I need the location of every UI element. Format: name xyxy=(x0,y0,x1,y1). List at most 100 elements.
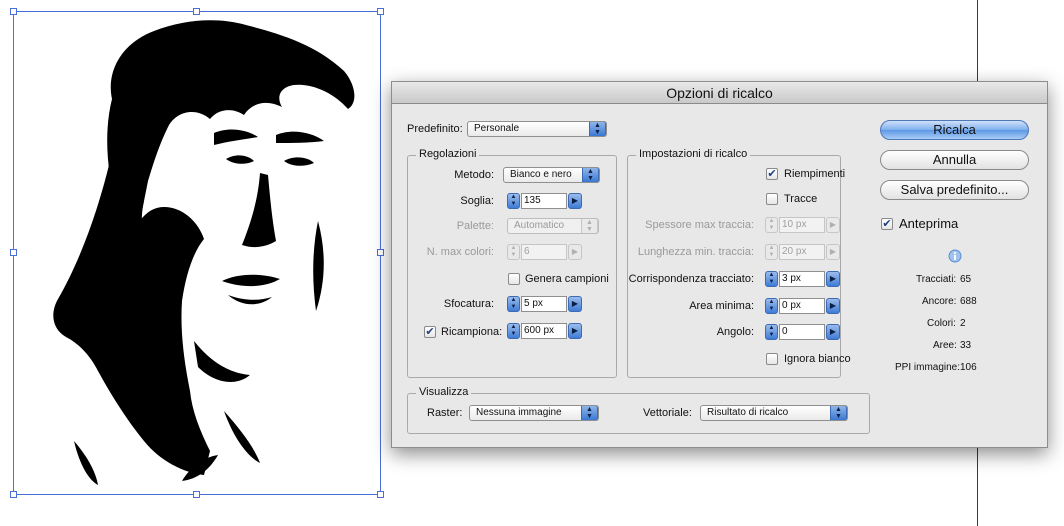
max-colori-slider-button[interactable]: ▶ xyxy=(568,244,582,260)
ancore-label: Ancore: xyxy=(922,296,957,307)
resize-handle[interactable] xyxy=(377,8,384,15)
checkmark-icon: ✔ xyxy=(425,326,435,338)
max-colori-label: N. max colori: xyxy=(426,246,494,258)
stepper-arrows-icon[interactable]: ▲ ▼ xyxy=(507,193,520,209)
stepper-arrows-icon[interactable]: ▲ ▼ xyxy=(507,323,520,339)
tracing-options-dialog: Opzioni di ricalco Predefinito: Personal… xyxy=(391,81,1048,448)
tracce-checkbox[interactable] xyxy=(766,193,778,205)
palette-select[interactable]: Automatico ▲ ▼ xyxy=(507,218,599,234)
max-colori-field[interactable]: ▲ ▼ 6 ▶ xyxy=(507,244,583,260)
stepper-arrows-icon[interactable]: ▲ ▼ xyxy=(507,244,520,260)
ppi-immagine-label: PPI immagine: xyxy=(895,362,961,373)
tracce-label: Tracce xyxy=(784,193,818,205)
vettoriale-value: Risultato di ricalco xyxy=(707,407,789,418)
colori-label: Colori: xyxy=(927,318,956,329)
preset-label: Predefinito: xyxy=(407,123,463,135)
metodo-value: Bianco e nero xyxy=(510,169,572,180)
angolo-input[interactable]: 0 xyxy=(779,324,825,340)
resize-handle[interactable] xyxy=(377,491,384,498)
riempimenti-label: Riempimenti xyxy=(784,168,846,180)
stepper-arrows-icon[interactable]: ▲ ▼ xyxy=(765,298,778,314)
tracciati-value: 65 xyxy=(960,274,972,285)
angolo-label: Angolo: xyxy=(716,326,754,338)
ricampiona-input[interactable]: 600 px xyxy=(521,323,567,339)
dialog-title: Opzioni di ricalco xyxy=(392,82,1047,104)
ricalca-button[interactable]: Ricalca xyxy=(880,120,1029,140)
aree-label: Aree: xyxy=(933,340,957,351)
stepper-arrows-icon[interactable]: ▲ ▼ xyxy=(765,244,778,260)
resize-handle[interactable] xyxy=(377,249,384,256)
palette-label: Palette: xyxy=(456,220,494,232)
corrispondenza-slider-button[interactable]: ▶ xyxy=(826,271,840,287)
metodo-label: Metodo: xyxy=(454,169,494,181)
riempimenti-checkbox[interactable]: ✔ xyxy=(766,168,778,180)
info-icon[interactable] xyxy=(948,249,962,263)
soglia-slider-button[interactable]: ▶ xyxy=(568,193,582,209)
ignora-bianco-label: Ignora bianco xyxy=(784,353,851,365)
regolazioni-title: Regolazioni xyxy=(416,148,480,160)
area-minima-field[interactable]: ▲ ▼ 0 px ▶ xyxy=(765,298,841,314)
ignora-bianco-checkbox[interactable] xyxy=(766,353,778,365)
raster-select[interactable]: Nessuna immagine ▲ ▼ xyxy=(469,405,599,421)
corrispondenza-input[interactable]: 3 px xyxy=(779,271,825,287)
area-minima-input[interactable]: 0 px xyxy=(779,298,825,314)
resize-handle[interactable] xyxy=(10,249,17,256)
ricampiona-slider-button[interactable]: ▶ xyxy=(568,323,582,339)
popup-arrows-icon: ▲ ▼ xyxy=(581,406,598,420)
impostazioni-group: Impostazioni di ricalco xyxy=(627,148,841,378)
area-minima-label: Area minima: xyxy=(689,300,754,312)
lunghezza-input[interactable]: 20 px xyxy=(779,244,825,260)
metodo-select[interactable]: Bianco e nero ▲ ▼ xyxy=(503,167,600,183)
lunghezza-slider-button[interactable]: ▶ xyxy=(826,244,840,260)
popup-arrows-icon: ▲ ▼ xyxy=(830,406,847,420)
salva-predefinito-button[interactable]: Salva predefinito... xyxy=(880,180,1029,200)
stepper-arrows-icon[interactable]: ▲ ▼ xyxy=(765,217,778,233)
soglia-field[interactable]: ▲ ▼ 135 ▶ xyxy=(507,193,583,209)
angolo-field[interactable]: ▲ ▼ 0 ▶ xyxy=(765,324,841,340)
popup-arrows-icon: ▲ ▼ xyxy=(589,122,606,136)
sfocatura-slider-button[interactable]: ▶ xyxy=(568,296,582,312)
anteprima-checkbox[interactable]: ✔ xyxy=(881,218,893,230)
annulla-button[interactable]: Annulla xyxy=(880,150,1029,170)
ricampiona-checkbox[interactable]: ✔ xyxy=(424,326,436,338)
angolo-slider-button[interactable]: ▶ xyxy=(826,324,840,340)
palette-value: Automatico xyxy=(514,220,565,231)
stepper-arrows-icon[interactable]: ▲ ▼ xyxy=(765,324,778,340)
regolazioni-group: Regolazioni xyxy=(407,148,617,378)
spessore-slider-button[interactable]: ▶ xyxy=(826,217,840,233)
max-colori-input[interactable]: 6 xyxy=(521,244,567,260)
popup-arrows-icon: ▲ ▼ xyxy=(582,168,599,182)
vettoriale-label: Vettoriale: xyxy=(643,407,692,419)
sfocatura-field[interactable]: ▲ ▼ 5 px ▶ xyxy=(507,296,583,312)
selection-bounding-box[interactable] xyxy=(13,11,381,495)
genera-campioni-checkbox[interactable] xyxy=(508,273,520,285)
preset-select[interactable]: Personale ▲ ▼ xyxy=(467,121,607,137)
corrispondenza-label: Corrispondenza tracciato: xyxy=(628,273,754,285)
aree-value: 33 xyxy=(960,340,972,351)
raster-label: Raster: xyxy=(427,407,463,419)
soglia-label: Soglia: xyxy=(460,195,494,207)
visualizza-title: Visualizza xyxy=(416,386,472,398)
resize-handle[interactable] xyxy=(10,491,17,498)
stepper-arrows-icon[interactable]: ▲ ▼ xyxy=(765,271,778,287)
ancore-value: 688 xyxy=(960,296,977,307)
anteprima-label: Anteprima xyxy=(899,216,959,231)
area-minima-slider-button[interactable]: ▶ xyxy=(826,298,840,314)
resize-handle[interactable] xyxy=(10,8,17,15)
popup-arrows-icon: ▲ ▼ xyxy=(581,219,598,233)
sfocatura-input[interactable]: 5 px xyxy=(521,296,567,312)
resize-handle[interactable] xyxy=(193,8,200,15)
preset-value: Personale xyxy=(474,123,520,134)
checkmark-icon: ✔ xyxy=(882,218,892,230)
resize-handle[interactable] xyxy=(193,491,200,498)
corrispondenza-field[interactable]: ▲ ▼ 3 px ▶ xyxy=(765,271,841,287)
spessore-field[interactable]: ▲ ▼ 10 px ▶ xyxy=(765,217,841,233)
stepper-arrows-icon[interactable]: ▲ ▼ xyxy=(507,296,520,312)
lunghezza-field[interactable]: ▲ ▼ 20 px ▶ xyxy=(765,244,841,260)
vettoriale-select[interactable]: Risultato di ricalco ▲ ▼ xyxy=(700,405,848,421)
ricampiona-field[interactable]: ▲ ▼ 600 px ▶ xyxy=(507,323,583,339)
soglia-input[interactable]: 135 xyxy=(521,193,567,209)
lunghezza-label: Lunghezza min. traccia: xyxy=(637,246,754,258)
colori-value: 2 xyxy=(960,318,966,329)
spessore-input[interactable]: 10 px xyxy=(779,217,825,233)
